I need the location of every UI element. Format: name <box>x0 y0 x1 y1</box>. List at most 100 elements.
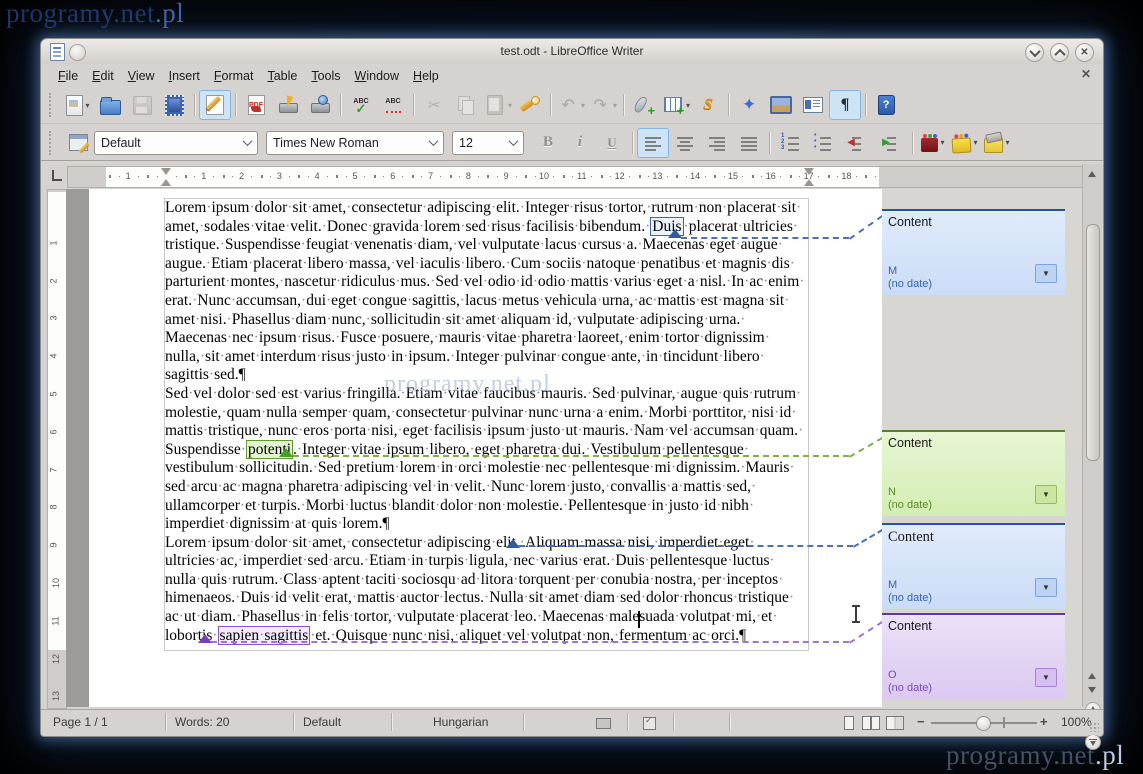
resize-grip[interactable] <box>1089 722 1099 732</box>
document-viewport[interactable]: Lorem·​ipsum·​dolor·​sit·​amet,·​consect… <box>66 189 1082 707</box>
comment-box[interactable]: Content O (no date) ▼ <box>882 613 1065 699</box>
highlighting-button[interactable]: ▾ <box>949 128 981 158</box>
comment-menu-button[interactable]: ▼ <box>1035 485 1057 504</box>
status-language[interactable]: Hungarian <box>433 715 488 729</box>
export-pdf-button[interactable]: PDF <box>240 90 272 120</box>
scroll-down-button[interactable] <box>1086 684 1098 696</box>
space-mark: · <box>764 291 770 309</box>
single-page-view-button[interactable] <box>839 716 857 730</box>
data-sources-button[interactable] <box>797 90 829 120</box>
auto-spellcheck-button[interactable]: ABC <box>377 90 409 120</box>
increase-indent-button[interactable]: ▶ <box>873 128 908 158</box>
help-button[interactable]: ? <box>870 90 902 120</box>
multi-page-view-button[interactable] <box>861 716 880 730</box>
document-text[interactable]: Lorem·​ipsum·​dolor·​sit·​amet,·​consect… <box>165 199 808 645</box>
scroll-up-button[interactable] <box>1086 168 1098 180</box>
font-size-select[interactable]: 12 <box>452 130 524 155</box>
hyperlink-button[interactable] <box>628 90 660 120</box>
menu-view[interactable]: View <box>121 67 162 85</box>
minimize-button[interactable] <box>1025 43 1044 62</box>
redo-dropdown[interactable]: ▾ <box>613 101 617 110</box>
spelling-button[interactable]: ABC <box>345 90 377 120</box>
comment-menu-button[interactable]: ▼ <box>1035 578 1057 597</box>
indent-marker[interactable] <box>161 179 171 186</box>
paste-dropdown[interactable]: ▾ <box>508 101 512 110</box>
tab-stop-selector[interactable] <box>47 166 65 186</box>
align-left-button[interactable] <box>637 127 669 158</box>
comment-menu-button[interactable]: ▼ <box>1035 668 1057 687</box>
toolbar-separator <box>769 131 770 154</box>
print-direct-button[interactable] <box>272 90 304 120</box>
maximize-button[interactable] <box>1050 43 1069 62</box>
bold-button[interactable]: B <box>532 128 564 158</box>
status-word-count[interactable]: Words: 20 <box>175 715 229 729</box>
toolbar-grip[interactable] <box>49 130 56 155</box>
font-color-dropdown[interactable]: ▾ <box>940 138 944 147</box>
space-mark: · <box>603 608 610 626</box>
close-document-button[interactable]: ✕ <box>1081 67 1091 81</box>
menu-file[interactable]: File <box>51 67 85 85</box>
italic-button[interactable]: i <box>564 128 596 158</box>
zoom-in-button[interactable]: + <box>1040 714 1048 729</box>
menu-tools[interactable]: Tools <box>304 67 347 85</box>
zoom-out-button[interactable]: − <box>917 714 925 729</box>
draw-functions-button[interactable]: S <box>692 90 724 120</box>
navigator-button[interactable]: ✦ <box>733 90 765 120</box>
document-as-email-button[interactable] <box>158 90 190 120</box>
comment-box[interactable]: Content N (no date) ▼ <box>882 430 1065 516</box>
background-color-button[interactable]: ▾ <box>981 128 1013 158</box>
edit-file-button[interactable] <box>199 90 231 120</box>
indent-marker[interactable] <box>161 168 171 175</box>
menu-help[interactable]: Help <box>406 67 446 85</box>
indent-marker[interactable] <box>804 168 814 175</box>
title-bar[interactable]: test.odt - LibreOffice Writer ✕ <box>41 39 1103 65</box>
align-right-button[interactable] <box>701 128 733 158</box>
comment-box[interactable]: Content M (no date) ▼ <box>882 209 1065 295</box>
insert-table-button[interactable]: ▾ <box>660 90 692 120</box>
insert-mode-icon[interactable] <box>596 718 611 729</box>
decrease-indent-button[interactable]: ◀ <box>838 128 873 158</box>
book-view-button[interactable] <box>885 716 904 730</box>
vertical-ruler[interactable]: 1 2 3 4 5 6 7 8 9 10 11 12 13 <box>47 189 67 709</box>
selection-mode-icon[interactable] <box>643 715 656 730</box>
formatting-marks-button[interactable]: ¶ <box>829 90 862 120</box>
styles-panel-button[interactable] <box>62 128 94 158</box>
new-document-button[interactable]: ▾ <box>62 90 94 120</box>
indent-marker[interactable] <box>804 179 814 186</box>
page-preview-button[interactable] <box>304 90 336 120</box>
format-paintbrush-button[interactable] <box>514 90 546 120</box>
gallery-button[interactable] <box>765 90 797 120</box>
underline-button[interactable]: U <box>596 128 628 158</box>
menu-format[interactable]: Format <box>207 67 261 85</box>
align-center-button[interactable] <box>669 128 701 158</box>
open-button[interactable] <box>94 90 126 120</box>
toolbar-grip[interactable] <box>49 93 56 117</box>
paragraph-style-select[interactable]: Default <box>94 130 258 155</box>
menu-window[interactable]: Window <box>348 67 406 85</box>
align-justify-button[interactable] <box>733 128 765 158</box>
background-color-dropdown[interactable]: ▾ <box>1005 138 1009 147</box>
horizontal-ruler[interactable]: 1 1 2 3 4 5 6 7 8 9 10 11 12 13 14 15 16 17 18 <box>67 166 1083 188</box>
insert-table-dropdown[interactable]: ▾ <box>686 101 690 110</box>
zoom-slider-knob[interactable] <box>976 716 991 731</box>
comment-box[interactable]: Content M (no date) ▼ <box>882 523 1065 609</box>
highlighting-dropdown[interactable]: ▾ <box>973 138 977 147</box>
scrollbar-thumb[interactable] <box>1086 224 1100 461</box>
close-window-button[interactable]: ✕ <box>1075 43 1094 62</box>
toolbar-separator <box>865 94 867 116</box>
bullets-button[interactable] <box>806 128 838 158</box>
menu-insert[interactable]: Insert <box>162 67 207 85</box>
menu-table[interactable]: Table <box>260 67 304 85</box>
undo-dropdown[interactable]: ▾ <box>581 101 585 110</box>
status-zoom-level[interactable]: 100% <box>1061 715 1092 729</box>
scroll-up-button[interactable] <box>1086 670 1098 682</box>
next-page-button[interactable] <box>1085 734 1101 750</box>
numbering-button[interactable] <box>774 128 806 158</box>
font-color-button[interactable]: ▾ <box>917 128 949 158</box>
menu-edit[interactable]: Edit <box>85 67 121 85</box>
new-document-dropdown[interactable]: ▾ <box>85 101 89 110</box>
status-page-style[interactable]: Default <box>303 715 341 729</box>
comment-menu-button[interactable]: ▼ <box>1035 264 1057 283</box>
font-name-select[interactable]: Times New Roman <box>266 130 444 155</box>
status-page-number[interactable]: Page 1 / 1 <box>53 715 108 729</box>
